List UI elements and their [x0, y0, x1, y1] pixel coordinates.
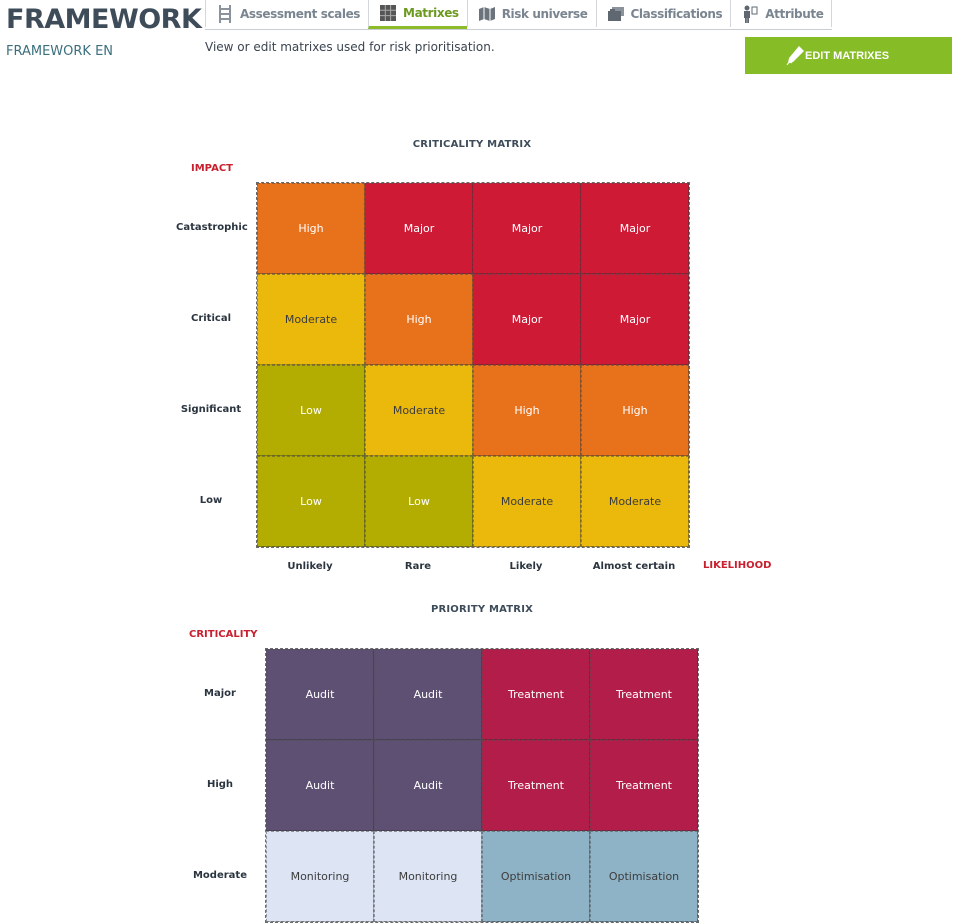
tab-classifications[interactable]: Classifications — [595, 0, 731, 27]
row-label-significant: Significant — [180, 404, 242, 415]
person-attribute-icon — [741, 5, 759, 23]
tab-bar: Assessment scales Matrixes Risk universe… — [205, 0, 833, 30]
criticality-matrix-cell: Moderate — [473, 456, 581, 547]
priority-matrix-cell: Audit — [374, 740, 482, 831]
priority-matrix-cell: Optimisation — [590, 831, 698, 922]
priority-matrix-cell: Audit — [266, 649, 374, 740]
grid-icon — [379, 4, 397, 22]
criticality-matrix-cell: Major — [581, 274, 689, 365]
tab-risk-universe[interactable]: Risk universe — [466, 0, 596, 27]
criticality-matrix-cell: Moderate — [257, 274, 365, 365]
folders-icon — [607, 5, 625, 23]
impact-axis-label: IMPACT — [191, 163, 233, 174]
priority-matrix: Audit Audit Treatment Treatment Audit Audit Tr… — [265, 648, 699, 923]
tab-label: Assessment scales — [240, 6, 361, 21]
row-label-low: Low — [199, 495, 223, 506]
tab-assessment-scales[interactable]: Assessment scales — [205, 0, 368, 27]
row-label-major: Major — [204, 688, 236, 699]
criticality-matrix-cell: Major — [473, 183, 581, 274]
criticality-matrix-cell: Low — [257, 365, 365, 456]
criticality-matrix-cell: Major — [581, 183, 689, 274]
pencil-icon — [785, 43, 807, 70]
tab-label: Classifications — [630, 6, 723, 21]
col-label-almost-certain: Almost certain — [592, 561, 676, 572]
page-description: View or edit matrixes used for risk prio… — [205, 40, 495, 54]
edit-matrixes-button[interactable]: EDIT MATRIXES — [745, 37, 952, 74]
criticality-matrix-cell: High — [581, 365, 689, 456]
priority-matrix-cell: Treatment — [590, 740, 698, 831]
criticality-matrix-cell: Major — [473, 274, 581, 365]
criticality-matrix-cell: Low — [365, 456, 473, 547]
row-label-moderate: Moderate — [192, 870, 247, 881]
criticality-matrix-cell: Moderate — [581, 456, 689, 547]
col-label-unlikely: Unlikely — [287, 561, 333, 572]
criticality-matrix-cell: High — [473, 365, 581, 456]
likelihood-axis-label: LIKELIHOOD — [703, 560, 772, 571]
priority-matrix-cell: Monitoring — [266, 831, 374, 922]
criticality-matrix: High Major Major Major Moderate High Major Majo… — [256, 182, 690, 548]
priority-matrix-cell: Treatment — [590, 649, 698, 740]
row-label-high: High — [206, 779, 234, 790]
tab-label: Matrixes — [403, 6, 459, 20]
tab-attribute[interactable]: Attribute — [730, 0, 833, 27]
tab-matrixes[interactable]: Matrixes — [368, 0, 467, 29]
page-title: FRAMEWORK — [6, 4, 202, 35]
priority-matrix-cell: Monitoring — [374, 831, 482, 922]
priority-matrix-cell: Treatment — [482, 740, 590, 831]
priority-matrix-cell: Audit — [374, 649, 482, 740]
ladder-icon — [216, 4, 234, 23]
col-label-likely: Likely — [509, 561, 543, 572]
criticality-axis-label: CRITICALITY — [189, 629, 258, 640]
criticality-matrix-title: CRITICALITY MATRIX — [412, 139, 532, 150]
tab-label: Risk universe — [501, 6, 588, 21]
criticality-matrix-cell: Moderate — [365, 365, 473, 456]
priority-matrix-title: PRIORITY MATRIX — [430, 604, 534, 615]
row-label-critical: Critical — [190, 313, 231, 324]
row-label-catastrophic: Catastrophic — [176, 222, 248, 233]
priority-matrix-cell: Treatment — [482, 649, 590, 740]
criticality-matrix-cell: High — [365, 274, 473, 365]
criticality-matrix-cell: Major — [365, 183, 473, 274]
tab-label: Attribute — [765, 6, 824, 21]
criticality-matrix-cell: High — [257, 183, 365, 274]
priority-matrix-cell: Audit — [266, 740, 374, 831]
framework-name: FRAMEWORK EN — [6, 44, 114, 59]
edit-matrixes-label: EDIT MATRIXES — [805, 49, 890, 62]
priority-matrix-cell: Optimisation — [482, 831, 590, 922]
map-icon — [478, 5, 496, 23]
col-label-rare: Rare — [404, 561, 432, 572]
criticality-matrix-cell: Low — [257, 456, 365, 547]
